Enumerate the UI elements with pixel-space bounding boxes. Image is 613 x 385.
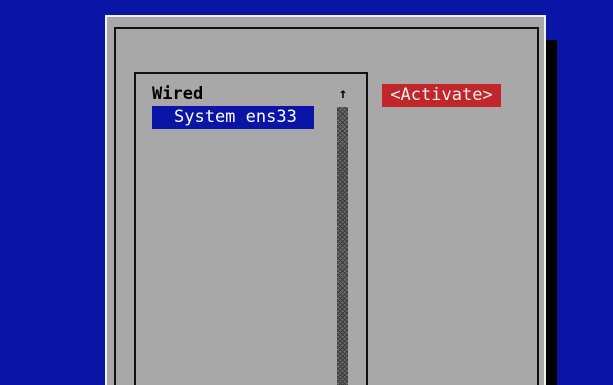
activate-button[interactable]: <Activate> <box>382 84 501 107</box>
scrollbar-track[interactable] <box>337 107 348 385</box>
connection-group-wired: Wired <box>152 84 204 104</box>
scroll-up-arrow-icon[interactable]: ↑ <box>336 84 350 104</box>
connection-item-ens33[interactable]: System ens33 <box>152 106 314 129</box>
